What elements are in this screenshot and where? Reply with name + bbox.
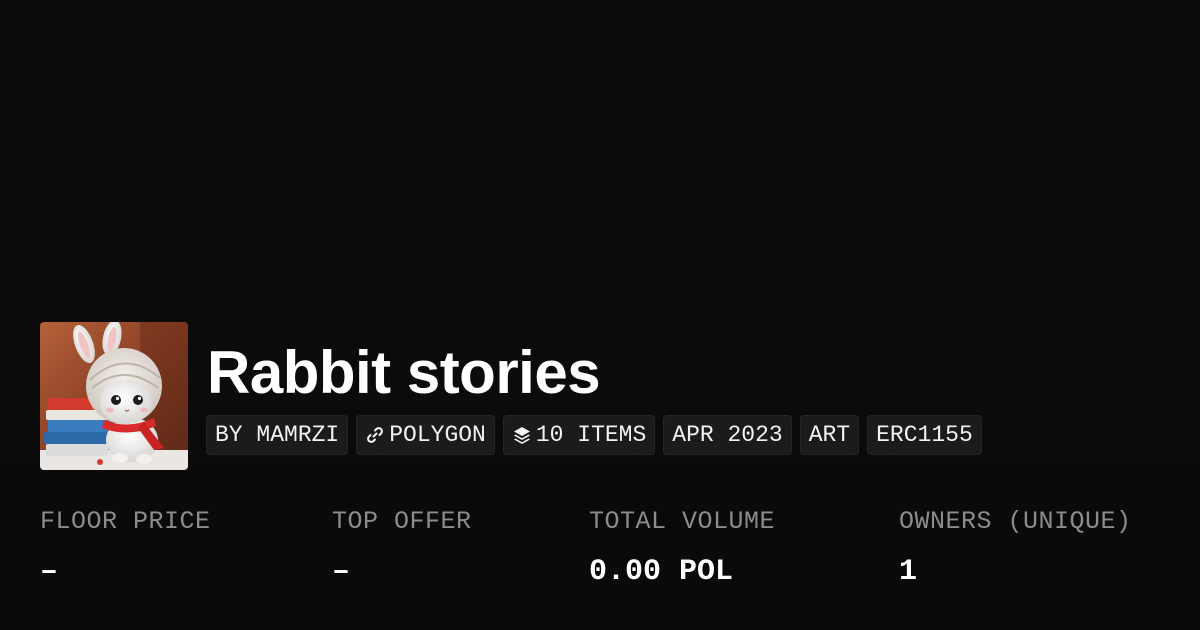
stat-owners-value: 1 bbox=[899, 555, 918, 589]
creator-tag[interactable]: BY MAMRZI bbox=[206, 415, 349, 455]
date-tag: APR 2023 bbox=[663, 415, 792, 455]
stat-total-volume-value: 0.00 POL bbox=[589, 555, 734, 589]
stat-floor-price: FLOOR PRICE – bbox=[40, 500, 211, 600]
standard-tag: ERC1155 bbox=[867, 415, 982, 455]
layers-icon bbox=[512, 425, 532, 445]
stat-total-volume: TOTAL VOLUME 0.00 POL bbox=[589, 500, 775, 600]
chain-tag-label: POLYGON bbox=[389, 422, 486, 448]
stat-top-offer: TOP OFFER – bbox=[332, 500, 472, 600]
category-tag[interactable]: ART bbox=[799, 415, 860, 455]
collection-avatar[interactable] bbox=[40, 322, 188, 470]
chain-link-icon bbox=[365, 425, 385, 445]
collection-title: Rabbit stories bbox=[207, 339, 601, 406]
rabbit-avatar-image bbox=[40, 322, 188, 470]
stat-floor-price-label: FLOOR PRICE bbox=[40, 507, 211, 536]
stat-top-offer-label: TOP OFFER bbox=[332, 507, 472, 536]
chain-tag[interactable]: POLYGON bbox=[356, 415, 495, 455]
date-tag-label: APR 2023 bbox=[672, 422, 783, 448]
items-tag[interactable]: 10 ITEMS bbox=[502, 415, 656, 455]
stat-top-offer-value: – bbox=[332, 555, 351, 589]
creator-tag-label: BY MAMRZI bbox=[215, 422, 340, 448]
stat-owners: OWNERS (UNIQUE) 1 bbox=[899, 500, 1132, 600]
stat-owners-label: OWNERS (UNIQUE) bbox=[899, 507, 1132, 536]
collection-tags: BY MAMRZI POLYGON 10 ITEMS APR 2023 ART … bbox=[206, 415, 982, 455]
stat-total-volume-label: TOTAL VOLUME bbox=[589, 507, 776, 536]
standard-tag-label: ERC1155 bbox=[876, 422, 973, 448]
collection-card: Rabbit stories BY MAMRZI POLYGON 10 ITEM… bbox=[0, 0, 1200, 630]
collection-stats: FLOOR PRICE – TOP OFFER – TOTAL VOLUME 0… bbox=[40, 500, 1180, 600]
items-tag-label: 10 ITEMS bbox=[535, 422, 647, 448]
stat-floor-price-value: – bbox=[40, 555, 59, 589]
category-tag-label: ART bbox=[808, 422, 851, 448]
